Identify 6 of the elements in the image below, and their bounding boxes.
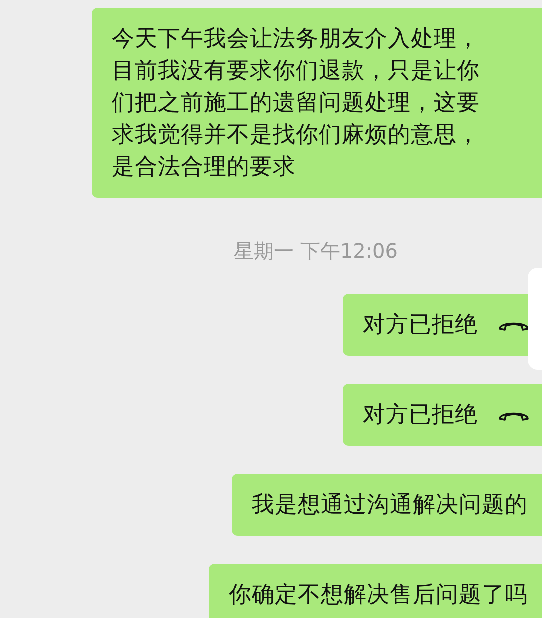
message-text: 今天下午我会让法务朋友介入处理，目前我没有要求你们退款，只是让你们把之前施工的遗留问题处理，这要求我觉得并不是找你们麻烦的意思，是合法合理的要求 <box>112 25 481 182</box>
message-text: 我是想通过沟通解决问题的 <box>252 492 528 518</box>
timestamp: 星期一 下午12:06 <box>234 239 398 263</box>
message-text: 你确定不想解决售后问题了吗 <box>229 582 528 608</box>
call-status: 对方已拒绝 <box>363 311 478 340</box>
call-status: 对方已拒绝 <box>363 401 478 430</box>
